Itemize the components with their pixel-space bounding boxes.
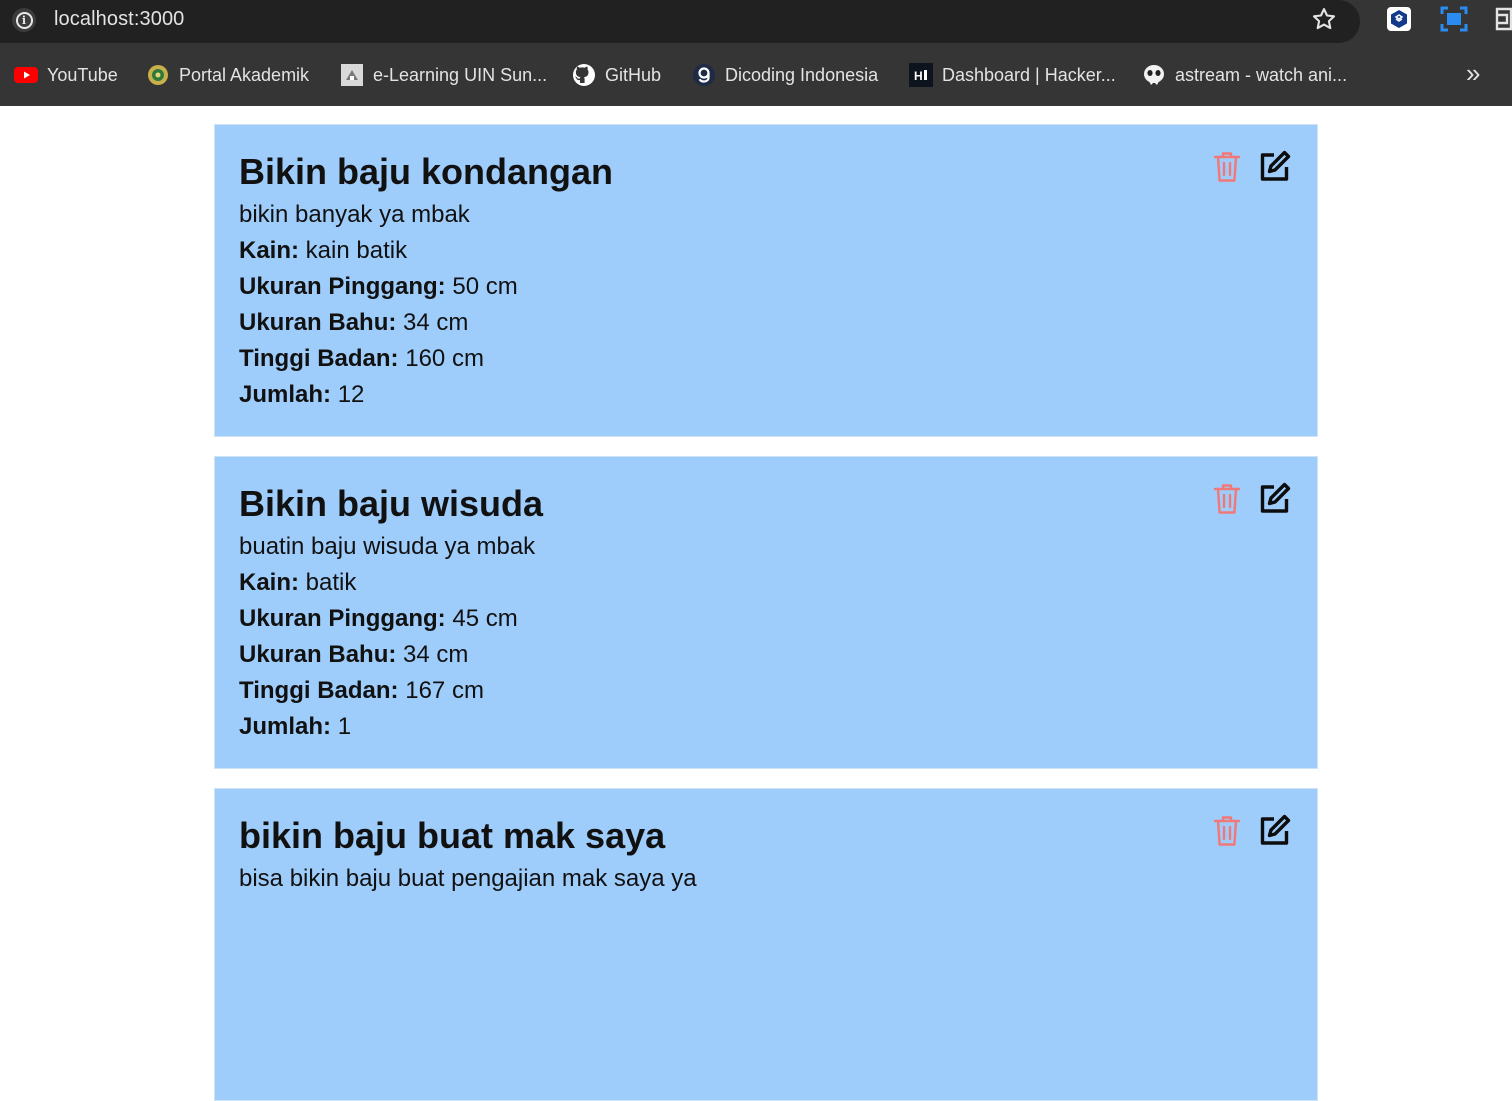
field-value: 160 cm [405, 345, 484, 372]
bookmark-github[interactable]: GitHub [572, 62, 661, 88]
github-icon [572, 63, 596, 87]
bookmark-astream[interactable]: astream - watch ani... [1142, 62, 1347, 88]
field-label: Ukuran Bahu: [239, 309, 397, 336]
edit-icon[interactable] [1258, 482, 1291, 515]
field-label: Tinggi Badan: [239, 677, 399, 704]
field-label: Kain: [239, 237, 299, 264]
order-description: bisa bikin baju buat pengajian mak saya … [239, 865, 697, 892]
address-bar[interactable]: i localhost:3000 [0, 0, 1360, 43]
bookmark-star-icon[interactable] [1310, 4, 1338, 34]
bookmark-hackerrank[interactable]: H Dashboard | Hacker... [909, 62, 1116, 88]
bookmark-label: astream - watch ani... [1175, 64, 1348, 85]
url-text[interactable]: localhost:3000 [54, 8, 184, 31]
browser-chrome: i localhost:3000 YouTube Portal Akademik [0, 0, 1512, 106]
screen-capture-icon[interactable] [1440, 6, 1468, 32]
delete-trash-icon[interactable] [1212, 814, 1242, 848]
field-value: kain batik [305, 237, 408, 264]
order-title: bikin baju buat mak saya [239, 815, 666, 856]
dicoding-icon [692, 63, 716, 87]
field-value: 12 [337, 381, 365, 408]
site-info-icon[interactable]: i [12, 8, 36, 32]
youtube-icon [14, 63, 38, 87]
field-value: 34 cm [403, 309, 469, 336]
order-title: Bikin baju kondangan [239, 151, 614, 192]
order-card: Bikin baju wisuda buatin baju wisuda ya … [214, 456, 1318, 769]
field-value: 1 [337, 713, 352, 740]
bookmark-label: e-Learning UIN Sun... [373, 64, 548, 85]
field-label: Ukuran Pinggang: [239, 605, 446, 632]
field-label: Ukuran Bahu: [239, 641, 397, 668]
order-field: Tinggi Badan: 160 cm [239, 345, 484, 373]
delete-trash-icon[interactable] [1212, 482, 1242, 516]
order-card: Bikin baju kondangan bikin banyak ya mba… [214, 124, 1318, 437]
bookmark-dicoding[interactable]: Dicoding Indonesia [692, 62, 878, 88]
side-panel-icon[interactable] [1494, 6, 1512, 32]
bookmarks-bar: YouTube Portal Akademik e-Learning UIN S… [0, 50, 1512, 98]
bookmark-portal-akademik[interactable]: Portal Akademik [146, 62, 309, 88]
bookmark-label: Dicoding Indonesia [725, 64, 879, 85]
order-field: Ukuran Bahu: 34 cm [239, 641, 468, 669]
field-value: 45 cm [452, 605, 518, 632]
order-field: Ukuran Pinggang: 45 cm [239, 605, 518, 633]
bookmark-label: Dashboard | Hacker... [942, 64, 1116, 85]
bookmark-label: GitHub [605, 64, 662, 85]
order-card: bikin baju buat mak saya bisa bikin baju… [214, 788, 1318, 1101]
field-label: Tinggi Badan: [239, 345, 399, 372]
field-value: 34 cm [403, 641, 469, 668]
more-bookmarks-chevron-icon[interactable]: » [1466, 60, 1494, 88]
bookmark-elearning[interactable]: e-Learning UIN Sun... [340, 62, 547, 88]
svg-text:H: H [914, 69, 923, 83]
elearning-icon [340, 63, 364, 87]
field-label: Kain: [239, 569, 299, 596]
field-value: batik [305, 569, 357, 596]
field-label: Jumlah: [239, 381, 332, 408]
order-field: Jumlah: 1 [239, 713, 351, 741]
order-field: Tinggi Badan: 167 cm [239, 677, 484, 705]
edit-icon[interactable] [1258, 814, 1291, 847]
bookmark-label: YouTube [47, 64, 118, 85]
order-description: buatin baju wisuda ya mbak [239, 533, 536, 560]
delete-trash-icon[interactable] [1212, 150, 1242, 184]
order-field: Ukuran Bahu: 34 cm [239, 309, 468, 337]
edit-icon[interactable] [1258, 150, 1291, 183]
field-value: 50 cm [452, 273, 518, 300]
bookmark-label: Portal Akademik [179, 64, 310, 85]
astream-icon [1142, 63, 1166, 87]
uin-logo-icon [146, 63, 170, 87]
order-field: Kain: batik [239, 569, 356, 597]
field-label: Jumlah: [239, 713, 332, 740]
order-field: Ukuran Pinggang: 50 cm [239, 273, 518, 301]
order-description: bikin banyak ya mbak [239, 201, 470, 228]
field-value: 167 cm [405, 677, 484, 704]
order-field: Jumlah: 12 [239, 381, 364, 409]
order-title: Bikin baju wisuda [239, 483, 544, 524]
hackerrank-icon: H [909, 63, 933, 87]
order-field: Kain: kain batik [239, 237, 407, 265]
extension-icon[interactable] [1386, 6, 1412, 32]
field-label: Ukuran Pinggang: [239, 273, 446, 300]
bookmark-youtube[interactable]: YouTube [14, 62, 118, 88]
